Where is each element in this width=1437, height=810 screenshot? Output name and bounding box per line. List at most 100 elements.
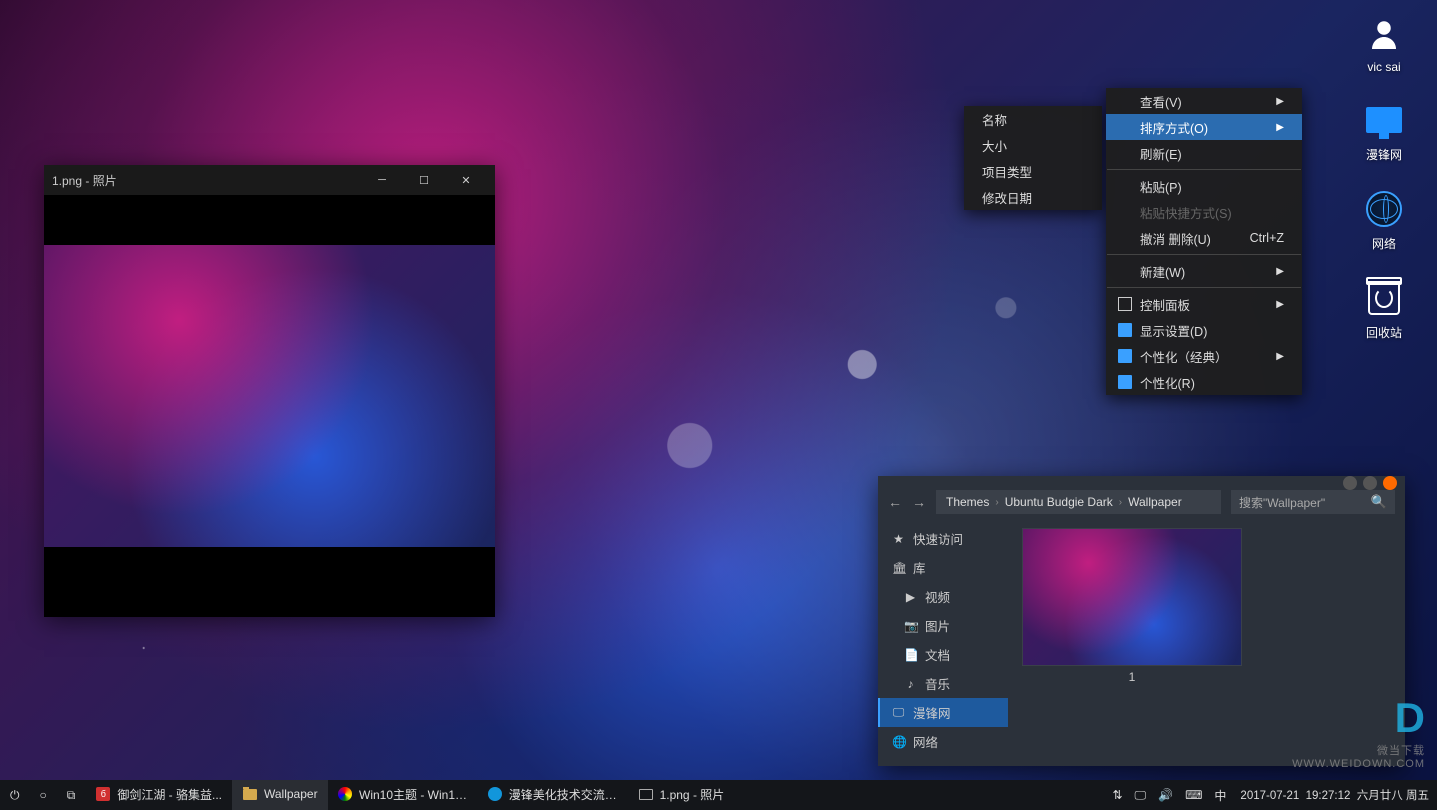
tray-volume-icon[interactable]: 🔊: [1152, 788, 1179, 802]
explorer-titlebar[interactable]: [878, 476, 1405, 490]
circle-icon: ○: [40, 788, 47, 802]
cortana-button[interactable]: ○: [30, 780, 57, 810]
menu-paste[interactable]: 粘贴(P): [1106, 173, 1302, 199]
monitor-icon: 🖵: [892, 705, 905, 720]
star-icon: ★: [892, 532, 905, 546]
sort-by-type[interactable]: 项目类型: [964, 158, 1102, 184]
monitor-icon: [1118, 349, 1132, 363]
menu-display-settings[interactable]: 显示设置(D): [1106, 317, 1302, 343]
desktop-icon-site[interactable]: 漫锋网: [1349, 100, 1419, 163]
desktop-icon-label: 网络: [1372, 235, 1396, 252]
taskbar-clock[interactable]: 2017-07-21 19:27:12 六月廿八 周五: [1232, 787, 1437, 803]
tray-monitor-icon[interactable]: 🖵: [1129, 788, 1153, 803]
menu-sort[interactable]: 排序方式(O)▶: [1106, 114, 1302, 140]
taskbar-task[interactable]: Wallpaper: [232, 780, 328, 810]
task-view-button[interactable]: ⧉: [57, 780, 86, 810]
chevron-right-icon: ›: [1119, 497, 1122, 508]
back-button[interactable]: ←: [888, 494, 902, 510]
qq-icon: [488, 786, 503, 802]
menu-new[interactable]: 新建(W)▶: [1106, 258, 1302, 284]
breadcrumb[interactable]: Themes› Ubuntu Budgie Dark› Wallpaper: [936, 490, 1221, 514]
desktop-icon-label: vic sai: [1367, 60, 1400, 74]
breadcrumb-item[interactable]: Wallpaper: [1128, 495, 1182, 509]
forward-button[interactable]: →: [912, 494, 926, 510]
chevron-right-icon: ▶: [1276, 351, 1284, 362]
menu-undo[interactable]: 撤消 删除(U)Ctrl+Z: [1106, 225, 1302, 251]
watermark-url: WWW.WEIDOWN.COM: [1292, 758, 1425, 770]
chevron-right-icon: ▶: [1276, 122, 1284, 133]
taskbar-task[interactable]: 1.png - 照片: [628, 780, 735, 810]
sidebar-library[interactable]: 🏛库: [878, 553, 1008, 582]
desktop-icon-label: 回收站: [1366, 324, 1402, 341]
minimize-button[interactable]: [1343, 476, 1357, 490]
sort-by-date[interactable]: 修改日期: [964, 184, 1102, 210]
taskbar: ⏻ ○ ⧉ б御剑江湖 - 骆集益... Wallpaper Win10主题 -…: [0, 780, 1437, 810]
task-view-icon: ⧉: [67, 788, 76, 803]
desktop-icons: vic sai 漫锋网 网络 回收站: [1349, 14, 1419, 341]
watermark-text: 微当下载: [1292, 742, 1425, 758]
desktop-icon-user[interactable]: vic sai: [1349, 14, 1419, 74]
tray-keyboard-icon[interactable]: ⌨: [1179, 788, 1208, 802]
menu-personalize[interactable]: 个性化(R): [1106, 369, 1302, 395]
sidebar-site[interactable]: 🖵漫锋网: [878, 698, 1008, 727]
breadcrumb-item[interactable]: Themes: [946, 495, 989, 509]
sidebar-videos[interactable]: ▶视频: [878, 582, 1008, 611]
explorer-sidebar: ★快速访问 🏛库 ▶视频 📷图片 📄文档 ♪音乐 🖵漫锋网 🌐网络: [878, 514, 1008, 766]
photo-viewer-image[interactable]: [44, 245, 495, 547]
menu-separator: [1107, 287, 1301, 288]
photo-viewer-titlebar[interactable]: 1.png - 照片 ─ ☐ ✕: [44, 165, 495, 195]
sidebar-network[interactable]: 🌐网络: [878, 727, 1008, 756]
taskbar-task[interactable]: 漫锋美化技术交流群II: [478, 780, 628, 810]
sort-submenu: 名称 大小 项目类型 修改日期: [964, 106, 1102, 210]
monitor-icon: [1118, 323, 1132, 337]
desktop-icon-network[interactable]: 网络: [1349, 189, 1419, 252]
taskbar-task[interactable]: Win10主题 - Win10...: [328, 780, 478, 810]
sidebar-quick-access[interactable]: ★快速访问: [878, 524, 1008, 553]
menu-separator: [1107, 254, 1301, 255]
sidebar-documents[interactable]: 📄文档: [878, 640, 1008, 669]
user-icon: [1364, 14, 1404, 54]
image-icon: [638, 786, 654, 802]
desktop-icon-label: 漫锋网: [1366, 146, 1402, 163]
control-panel-icon: [1118, 297, 1132, 311]
menu-control-panel[interactable]: 控制面板▶: [1106, 291, 1302, 317]
camera-icon: 📷: [904, 619, 917, 633]
sidebar-music[interactable]: ♪音乐: [878, 669, 1008, 698]
menu-personalize-classic[interactable]: 个性化（经典）▶: [1106, 343, 1302, 369]
chevron-right-icon: ▶: [1276, 96, 1284, 107]
maximize-button[interactable]: ☐: [403, 165, 445, 195]
desktop-icon-recycle-bin[interactable]: 回收站: [1349, 278, 1419, 341]
close-button[interactable]: ✕: [445, 165, 487, 195]
tray-ime-indicator[interactable]: 中: [1208, 787, 1232, 804]
search-input[interactable]: 搜索"Wallpaper" 🔍: [1231, 490, 1395, 514]
minimize-button[interactable]: ─: [361, 165, 403, 195]
tray-network-icon[interactable]: ⇅: [1106, 788, 1128, 802]
globe-icon: 🌐: [892, 735, 905, 749]
document-icon: 📄: [904, 648, 917, 662]
watermark: D 微当下载 WWW.WEIDOWN.COM: [1292, 694, 1425, 770]
menu-paste-shortcut: 粘贴快捷方式(S): [1106, 199, 1302, 225]
chevron-right-icon: ▶: [1276, 266, 1284, 277]
menu-refresh[interactable]: 刷新(E): [1106, 140, 1302, 166]
watermark-logo: D: [1292, 694, 1425, 742]
globe-icon: [1364, 189, 1404, 229]
video-icon: ▶: [904, 590, 917, 604]
close-button[interactable]: [1383, 476, 1397, 490]
monitor-icon: [1118, 375, 1132, 389]
start-button[interactable]: ⏻: [0, 780, 30, 810]
breadcrumb-item[interactable]: Ubuntu Budgie Dark: [1005, 495, 1113, 509]
system-tray: ⇅ 🖵 🔊 ⌨ 中 2017-07-21 19:27:12 六月廿八 周五: [1106, 780, 1437, 810]
menu-view[interactable]: 查看(V)▶: [1106, 88, 1302, 114]
sort-by-size[interactable]: 大小: [964, 132, 1102, 158]
explorer-nav-bar: ← → Themes› Ubuntu Budgie Dark› Wallpape…: [878, 490, 1405, 514]
sort-by-name[interactable]: 名称: [964, 106, 1102, 132]
monitor-icon: [1364, 100, 1404, 140]
power-icon: ⏻: [10, 788, 20, 803]
library-icon: 🏛: [892, 561, 905, 575]
taskbar-task[interactable]: б御剑江湖 - 骆集益...: [85, 780, 232, 810]
file-thumbnail[interactable]: [1022, 528, 1242, 666]
search-icon: 🔍: [1371, 494, 1387, 510]
sidebar-pictures[interactable]: 📷图片: [878, 611, 1008, 640]
maximize-button[interactable]: [1363, 476, 1377, 490]
menu-separator: [1107, 169, 1301, 170]
